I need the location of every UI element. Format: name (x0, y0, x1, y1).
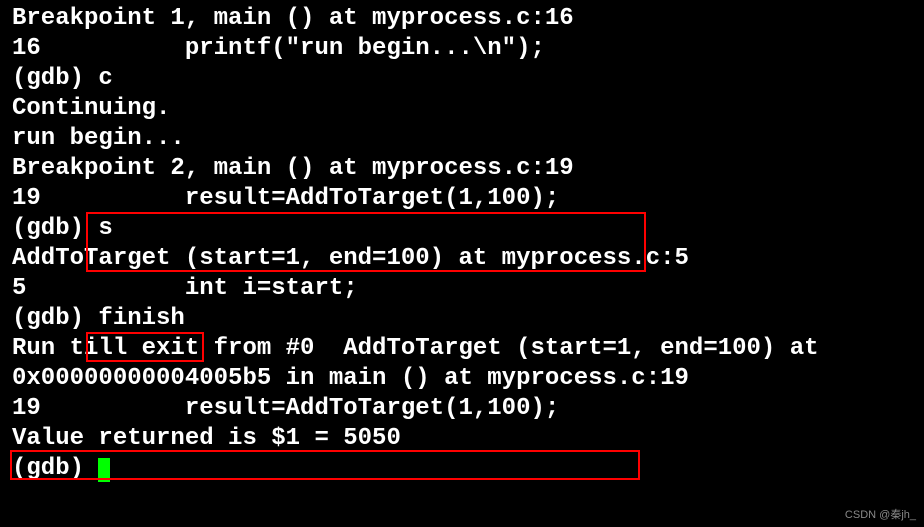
gdb-output-line: Breakpoint 1, main () at myprocess.c:16 (12, 4, 912, 34)
gdb-source-line: 19 result=AddToTarget(1,100); (12, 394, 912, 424)
gdb-prompt-line[interactable]: (gdb) (12, 454, 912, 484)
gdb-source-line: 16 printf("run begin...\n"); (12, 34, 912, 64)
watermark-text: CSDN @秦jh_ (845, 509, 916, 523)
gdb-output-line: Breakpoint 2, main () at myprocess.c:19 (12, 154, 912, 184)
gdb-source-line: 5 int i=start; (12, 274, 912, 304)
gdb-prompt-line[interactable]: (gdb) c (12, 64, 912, 94)
gdb-output-line: AddToTarget (start=1, end=100) at myproc… (12, 244, 912, 274)
gdb-output-line: 0x00000000004005b5 in main () at myproce… (12, 364, 912, 394)
gdb-prompt-line[interactable]: (gdb) s (12, 214, 912, 244)
gdb-source-line: 19 result=AddToTarget(1,100); (12, 184, 912, 214)
program-output-line: run begin... (12, 124, 912, 154)
gdb-prompt-line[interactable]: (gdb) finish (12, 304, 912, 334)
gdb-return-value-line: Value returned is $1 = 5050 (12, 424, 912, 454)
gdb-prompt-text: (gdb) (12, 455, 98, 482)
gdb-output-line: Run till exit from #0 AddToTarget (start… (12, 334, 912, 364)
gdb-output-line: Continuing. (12, 94, 912, 124)
terminal-cursor (98, 458, 110, 482)
